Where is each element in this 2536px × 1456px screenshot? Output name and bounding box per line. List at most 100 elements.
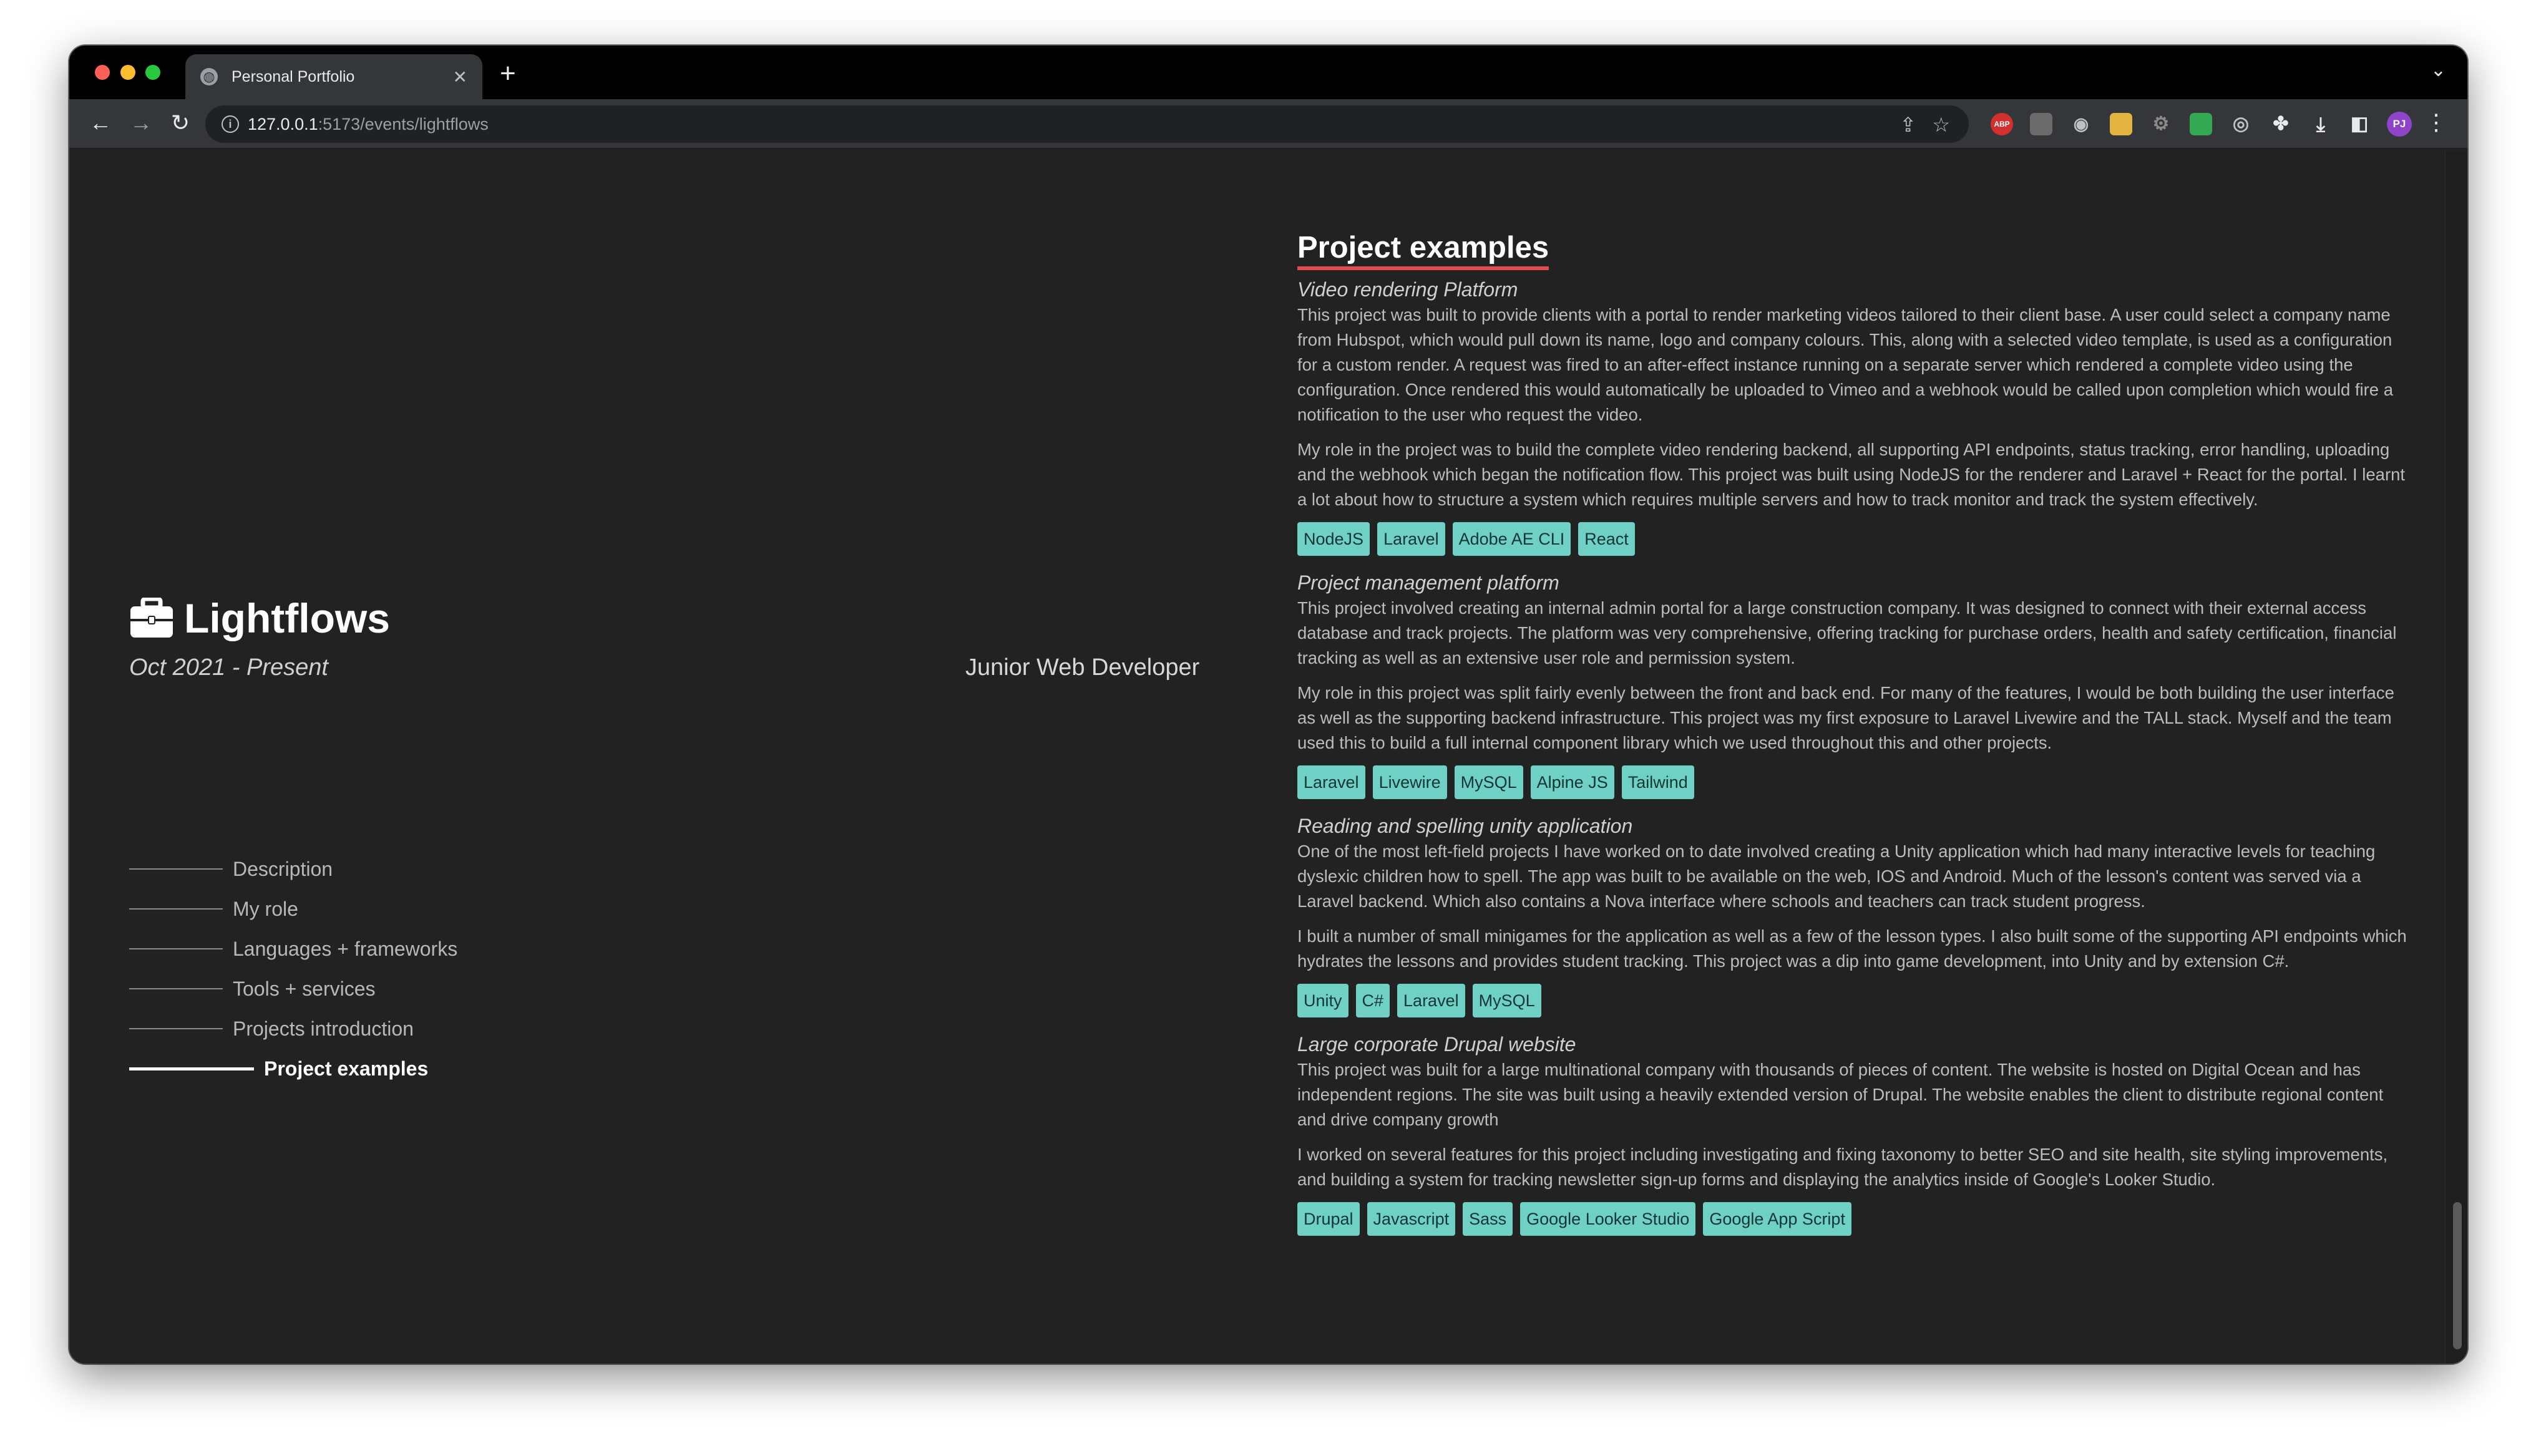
nav-item-tools-services[interactable]: Tools + services <box>129 969 457 1009</box>
project-card: Video rendering Platform This project wa… <box>1297 276 2407 556</box>
section-heading: Project examples <box>1297 229 1549 270</box>
project-description: This project involved creating an intern… <box>1297 598 2397 667</box>
job-title: Junior Web Developer <box>965 654 1200 681</box>
nav-item-label: Description <box>233 857 333 880</box>
tech-tag: Livewire <box>1372 765 1447 799</box>
project-title: Video rendering Platform <box>1297 278 1518 301</box>
section-nav: Description My role Languages + framewor… <box>129 849 457 1089</box>
project-title: Large corporate Drupal website <box>1297 1033 1576 1056</box>
nav-indicator-line <box>129 1067 254 1070</box>
nav-item-label: Languages + frameworks <box>233 937 458 960</box>
forward-arrow-icon[interactable]: → <box>127 109 155 137</box>
project-description: One of the most left-field projects I ha… <box>1297 842 2376 911</box>
nav-item-languages-frameworks[interactable]: Languages + frameworks <box>129 929 457 969</box>
briefcase-icon <box>130 598 173 638</box>
tech-tag: Laravel <box>1297 765 1365 799</box>
side-panel-icon[interactable]: ◧ <box>2348 113 2371 135</box>
project-card: Project management platform This project… <box>1297 570 2407 799</box>
project-role: My role in this project was split fairly… <box>1297 683 2394 752</box>
tab-close-icon[interactable]: ✕ <box>453 67 467 87</box>
tag-list: Laravel Livewire MySQL Alpine JS Tailwin… <box>1297 765 2407 799</box>
maximize-window-button[interactable] <box>145 65 160 80</box>
new-tab-button[interactable]: + <box>500 58 516 89</box>
tech-tag: Google App Script <box>1703 1202 1851 1236</box>
browser-tab[interactable]: ◍ Personal Portfolio ✕ <box>185 54 482 99</box>
globe-icon: ◍ <box>200 68 218 85</box>
url-text[interactable]: 127.0.0.1:5173/events/lightflows <box>248 115 489 134</box>
scrollbar-thumb[interactable] <box>2453 1202 2462 1349</box>
browser-toolbar: ← → ↻ i 127.0.0.1:5173/events/lightflows… <box>69 99 2467 149</box>
tag-list: Unity C# Laravel MySQL <box>1297 984 2407 1017</box>
company-name: Lightflows <box>184 595 390 641</box>
tech-tag: Tailwind <box>1621 765 1694 799</box>
page-scrollbar[interactable] <box>2445 150 2467 1364</box>
url-host: 127.0.0.1 <box>248 115 318 133</box>
puzzle-extensions-icon[interactable]: ✤ <box>2270 113 2292 135</box>
nav-item-label: Project examples <box>264 1057 429 1080</box>
main-content: Project examples Video rendering Platfor… <box>1297 229 2407 1250</box>
project-title: Project management platform <box>1297 571 1559 594</box>
browser-window: ◍ Personal Portfolio ✕ + ⌄ ← → ↻ i 127.0… <box>69 46 2467 1364</box>
nav-indicator-line <box>129 948 223 949</box>
address-bar[interactable]: i 127.0.0.1:5173/events/lightflows ⇪ ☆ <box>205 105 1969 143</box>
nav-item-label: Tools + services <box>233 977 376 1000</box>
url-path: :5173/events/lightflows <box>318 115 489 133</box>
eye-extension-icon[interactable]: ◉ <box>2070 113 2092 135</box>
project-role: I built a number of small minigames for … <box>1297 926 2407 971</box>
tech-tag: MySQL <box>1472 984 1541 1017</box>
target-extension-icon[interactable]: ◎ <box>2230 113 2252 135</box>
project-description: This project was built for a large multi… <box>1297 1060 2384 1129</box>
tab-search-chevron-icon[interactable]: ⌄ <box>2431 59 2446 81</box>
nav-indicator-line <box>129 908 223 910</box>
project-role: My role in the project was to build the … <box>1297 440 2406 509</box>
back-arrow-icon[interactable]: ← <box>87 109 114 137</box>
tech-tag: MySQL <box>1454 765 1523 799</box>
tech-tag: Sass <box>1463 1202 1513 1236</box>
tech-tag: NodeJS <box>1297 522 1370 556</box>
nav-item-label: Projects introduction <box>233 1017 414 1040</box>
tech-tag: Unity <box>1297 984 1348 1017</box>
menu-kebab-icon[interactable]: ⋮ <box>2425 109 2447 135</box>
tech-tag: Javascript <box>1367 1202 1456 1236</box>
share-icon[interactable]: ⇪ <box>1900 113 1916 137</box>
nav-indicator-line <box>129 988 223 989</box>
nav-indicator-line <box>129 868 223 870</box>
extension-icon[interactable] <box>2030 113 2052 135</box>
gear-extension-icon[interactable]: ⚙ <box>2150 113 2172 135</box>
tech-tag: Drupal <box>1297 1202 1360 1236</box>
grid-extension-icon[interactable] <box>2190 113 2212 135</box>
adblock-extension-icon[interactable]: ABP <box>1991 113 2013 135</box>
tech-tag: Alpine JS <box>1530 765 1614 799</box>
tech-tag: Google Looker Studio <box>1520 1202 1696 1236</box>
tech-tag: React <box>1578 522 1635 556</box>
download-icon[interactable]: ⤓ <box>2309 113 2332 135</box>
bookmark-star-icon[interactable]: ☆ <box>1932 113 1950 137</box>
tab-strip: ◍ Personal Portfolio ✕ + ⌄ <box>69 46 2467 99</box>
tech-tag: Adobe AE CLI <box>1452 522 1571 556</box>
page-viewport: Lightflows Oct 2021 - Present Junior Web… <box>69 150 2445 1364</box>
nav-item-my-role[interactable]: My role <box>129 889 457 929</box>
project-card: Reading and spelling unity application O… <box>1297 813 2407 1017</box>
project-role: I worked on several features for this pr… <box>1297 1145 2388 1189</box>
project-description: This project was built to provide client… <box>1297 305 2394 424</box>
project-title: Reading and spelling unity application <box>1297 815 1633 837</box>
nav-item-projects-introduction[interactable]: Projects introduction <box>129 1009 457 1049</box>
nav-item-project-examples[interactable]: Project examples <box>129 1049 457 1089</box>
close-window-button[interactable] <box>95 65 110 80</box>
profile-avatar[interactable]: PJ <box>2387 112 2412 137</box>
company-header: Lightflows <box>129 595 390 642</box>
minimize-window-button[interactable] <box>120 65 135 80</box>
employment-dates: Oct 2021 - Present <box>129 654 328 681</box>
tech-tag: C# <box>1355 984 1390 1017</box>
tech-tag: Laravel <box>1377 522 1445 556</box>
tab-title: Personal Portfolio <box>232 67 355 85</box>
nav-indicator-line <box>129 1028 223 1029</box>
color-picker-extension-icon[interactable] <box>2110 113 2132 135</box>
nav-item-description[interactable]: Description <box>129 849 457 889</box>
tech-tag: Laravel <box>1397 984 1465 1017</box>
project-card: Large corporate Drupal website This proj… <box>1297 1031 2407 1236</box>
reload-icon[interactable]: ↻ <box>167 109 194 137</box>
site-info-icon[interactable]: i <box>222 115 239 133</box>
tag-list: NodeJS Laravel Adobe AE CLI React <box>1297 522 2407 556</box>
tag-list: Drupal Javascript Sass Google Looker Stu… <box>1297 1202 2407 1236</box>
